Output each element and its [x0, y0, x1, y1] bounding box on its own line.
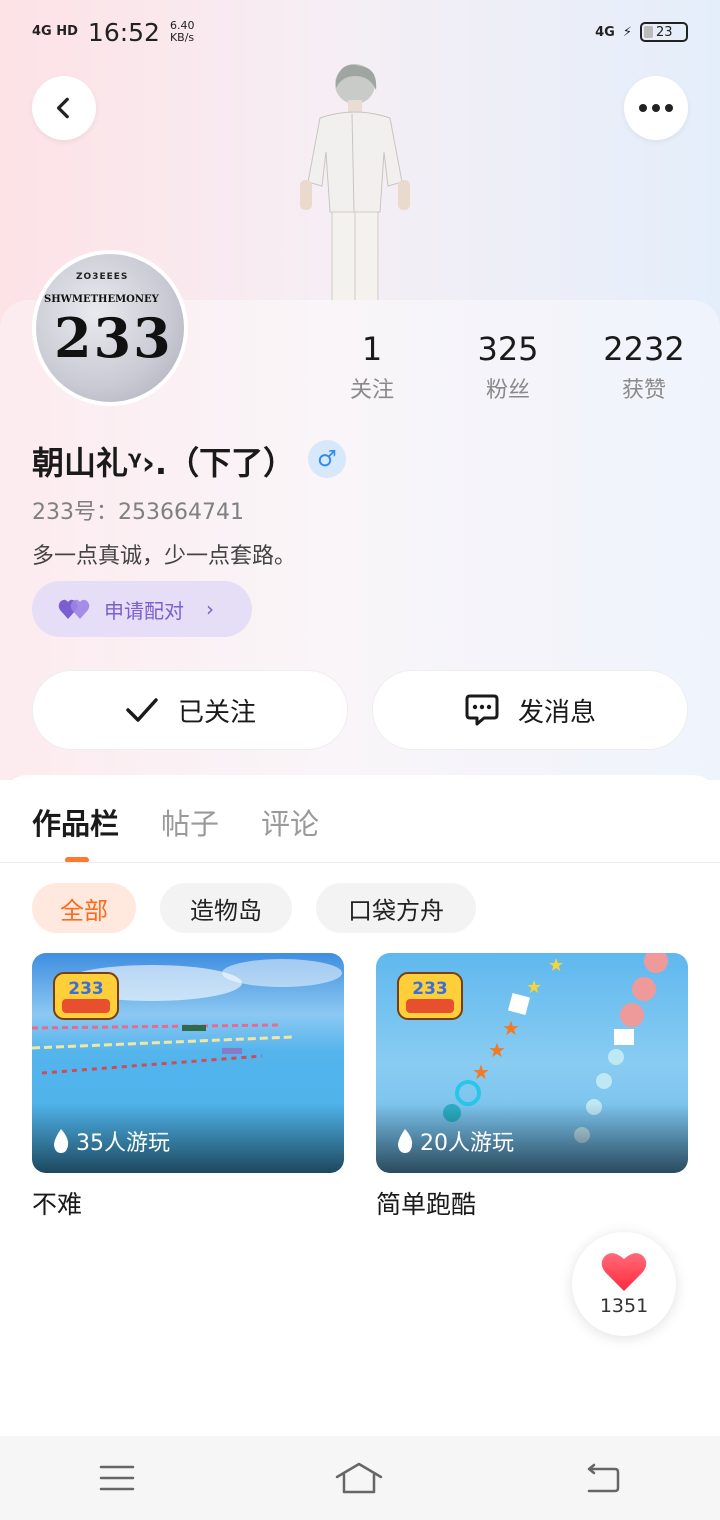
play-count: 20人游玩 — [420, 1131, 514, 1156]
game-card[interactable]: 233 35人游玩 — [32, 953, 344, 1173]
content-panel: 作品栏 帖子 评论 全部 造物岛 口袋方舟 233 35人游玩 不难 ★ ★ ★… — [0, 775, 720, 1440]
stat-likes[interactable]: 2232 获赞 — [579, 330, 709, 404]
tab-works[interactable]: 作品栏 — [32, 801, 119, 843]
svg-text:★: ★ — [526, 977, 542, 998]
like-count: 1351 — [599, 1295, 649, 1317]
system-nav-bar — [0, 1436, 720, 1520]
charging-icon: ⚡ — [622, 24, 632, 40]
pair-request-button[interactable]: 申请配对 › — [32, 581, 252, 637]
svg-text:233: 233 — [68, 979, 104, 999]
chevron-left-icon — [56, 97, 69, 119]
double-heart-icon — [58, 599, 90, 619]
233-logo-icon: 233 — [53, 972, 119, 1020]
filter-all[interactable]: 全部 — [32, 883, 136, 933]
stat-followers[interactable]: 325 粉丝 — [443, 330, 573, 404]
stat-following[interactable]: 1 关注 — [307, 330, 437, 404]
filter-creation-island[interactable]: 造物岛 — [160, 883, 292, 933]
tab-posts[interactable]: 帖子 — [161, 801, 219, 843]
back-button[interactable] — [32, 76, 96, 140]
home-icon[interactable] — [334, 1461, 384, 1495]
like-button[interactable]: 1351 — [572, 1232, 676, 1336]
send-message-button[interactable]: 发消息 — [372, 670, 688, 750]
233-logo-icon: 233 — [397, 972, 463, 1020]
net-speed: 6.40 KB/s — [169, 19, 195, 44]
flame-icon — [54, 1129, 69, 1153]
network-indicator: 4G HD — [32, 24, 78, 39]
avatar[interactable]: ZO3EEES SHWMETHEMONEY 233 — [32, 250, 188, 406]
play-count: 35人游玩 — [76, 1131, 170, 1156]
male-gender-icon: ♂ — [308, 440, 346, 478]
game-title[interactable]: 简单跑酷 — [376, 1185, 476, 1221]
svg-text:233: 233 — [412, 979, 448, 999]
tab-comments[interactable]: 评论 — [261, 801, 319, 843]
menu-icon[interactable] — [99, 1464, 135, 1492]
status-bar: 4G HD 16:52 6.40 KB/s 4G ⚡ 23 — [0, 0, 720, 64]
svg-text:★: ★ — [472, 1060, 490, 1084]
game-title[interactable]: 不难 — [32, 1185, 82, 1221]
divider — [0, 862, 720, 863]
more-button[interactable] — [624, 76, 688, 140]
chevron-right-icon: › — [206, 597, 214, 621]
flame-icon — [398, 1129, 413, 1153]
more-dots-icon — [639, 104, 673, 112]
bio: 多一点真诚，少一点套路。 — [32, 544, 297, 569]
user-id: 233号：253664741 — [32, 500, 244, 525]
svg-text:★: ★ — [488, 1038, 506, 1062]
network-right-indicator: 4G — [595, 24, 615, 40]
game-card[interactable]: ★ ★ ★ ★ ★ 233 20人游玩 — [376, 953, 688, 1173]
character-figure — [300, 64, 410, 302]
back-nav-icon[interactable] — [583, 1463, 621, 1493]
battery-icon: 23 — [640, 22, 688, 42]
tab-bar: 作品栏 帖子 评论 — [32, 801, 319, 843]
filter-pocket-ark[interactable]: 口袋方舟 — [316, 883, 476, 933]
check-icon — [126, 698, 158, 722]
svg-text:★: ★ — [548, 955, 564, 976]
svg-text:★: ★ — [502, 1016, 520, 1040]
heart-icon — [601, 1253, 647, 1291]
followed-button[interactable]: 已关注 — [32, 670, 348, 750]
clock: 16:52 — [87, 17, 160, 47]
nickname: 朝山礼ᵞ›.（下了） — [32, 444, 296, 482]
chat-bubble-icon — [465, 694, 499, 726]
